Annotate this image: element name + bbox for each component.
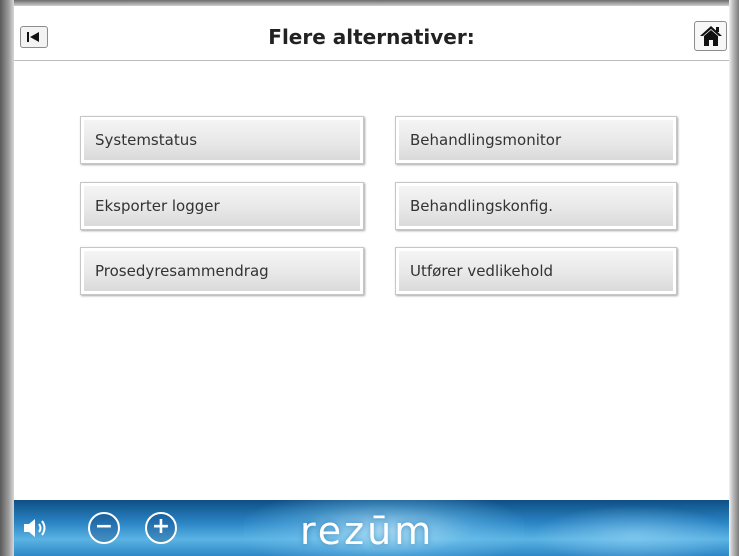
device-frame-left	[0, 0, 14, 556]
behandlingskonfig-label: Behandlingskonfig.	[410, 197, 553, 215]
volume-up-button[interactable]: +	[145, 512, 177, 544]
behandlingsmonitor-button[interactable]: Behandlingsmonitor	[395, 116, 677, 164]
eksporter-logger-button[interactable]: Eksporter logger	[80, 182, 364, 230]
utforer-vedlikehold-label: Utfører vedlikehold	[410, 262, 554, 280]
screen: Flere alternativer: Systemstatus Behandl…	[14, 6, 729, 556]
volume-down-button[interactable]: −	[88, 512, 120, 544]
footer-bar: − + rezūm	[14, 500, 729, 556]
behandlingskonfig-button[interactable]: Behandlingskonfig.	[395, 182, 677, 230]
systemstatus-button[interactable]: Systemstatus	[80, 116, 364, 164]
utforer-vedlikehold-button[interactable]: Utfører vedlikehold	[395, 247, 677, 295]
behandlingsmonitor-label: Behandlingsmonitor	[410, 131, 562, 149]
device-frame-right	[729, 0, 739, 556]
page-title: Flere alternativer:	[268, 25, 475, 49]
prosedyresammendrag-label: Prosedyresammendrag	[95, 262, 269, 280]
prosedyresammendrag-button[interactable]: Prosedyresammendrag	[80, 247, 364, 295]
eksporter-logger-label: Eksporter logger	[95, 197, 220, 215]
back-button[interactable]	[20, 26, 48, 48]
speaker-icon	[24, 519, 46, 537]
skip-back-icon	[27, 32, 39, 42]
brand-logo: rezūm	[300, 509, 435, 553]
header-bar: Flere alternativer:	[14, 6, 729, 61]
speaker-button[interactable]	[22, 515, 50, 541]
systemstatus-label: Systemstatus	[95, 131, 198, 149]
home-icon	[700, 26, 722, 46]
water-highlight	[534, 505, 729, 556]
home-button[interactable]	[694, 21, 727, 51]
